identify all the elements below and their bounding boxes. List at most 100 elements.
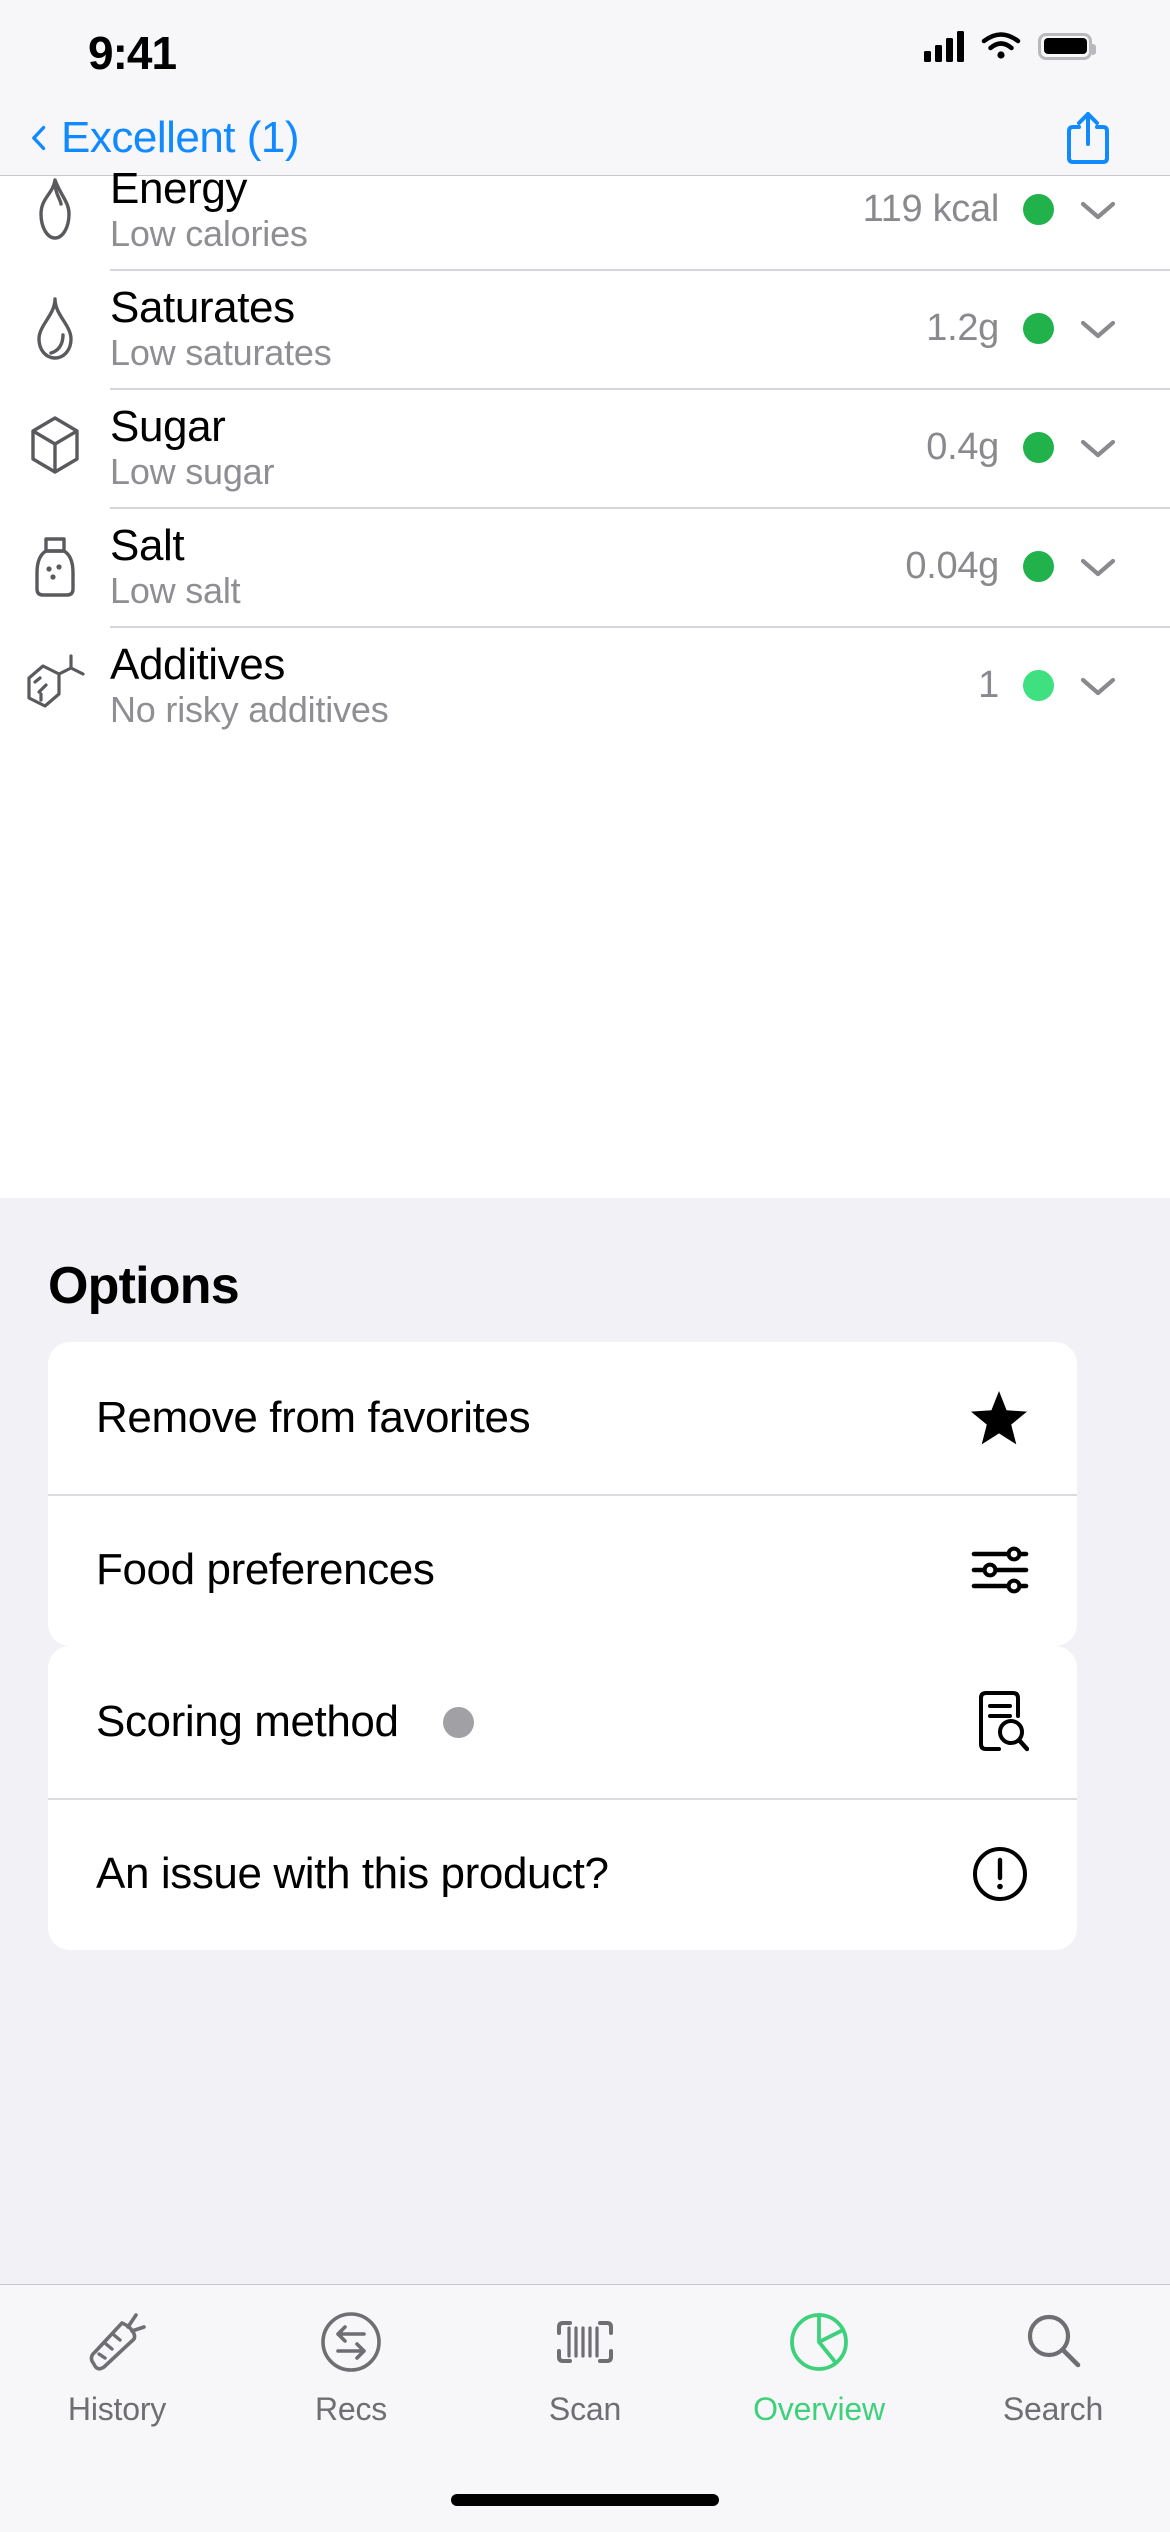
option-row[interactable]: Scoring method <box>48 1646 1077 1798</box>
nutrition-row-status: 1 <box>978 664 1170 707</box>
tab-label: Scan <box>548 2391 622 2427</box>
chevron-down-icon <box>1080 677 1116 695</box>
chevron-down-icon[interactable] <box>1078 198 1118 222</box>
nutrition-row-value: 1 <box>978 664 999 706</box>
salt-shaker-icon <box>35 536 75 597</box>
status-dot <box>1023 194 1054 225</box>
tab-search[interactable]: Search <box>936 2307 1170 2465</box>
nutrition-row-subtitle: No risky additives <box>110 689 389 731</box>
document-search-icon[interactable] <box>959 1690 1029 1754</box>
droplet-icon <box>37 296 73 360</box>
options-heading: Options <box>48 1257 240 1315</box>
tab-label: Recs <box>314 2391 388 2427</box>
sliders-icon <box>971 1546 1029 1594</box>
status-dot <box>1023 313 1054 344</box>
nutrition-row-status: 1.2g <box>926 307 1170 350</box>
option-row[interactable]: An issue with this product? <box>48 1798 1077 1950</box>
swap-circle-icon <box>321 2312 381 2372</box>
options-card-primary: Remove from favorites Food preferences <box>48 1342 1077 1646</box>
tab-bar: History Recs Scan Overview Search <box>0 2284 1170 2532</box>
nutrition-row-text: Sugar Low sugar <box>110 401 926 493</box>
option-row-label: Food preferences <box>96 1545 435 1594</box>
carrot-icon <box>89 2313 146 2371</box>
flame-icon <box>0 172 110 248</box>
chevron-left-icon <box>32 125 46 150</box>
nutrition-row-subtitle: Low calories <box>110 213 308 255</box>
status-dot <box>1023 432 1054 463</box>
nutrition-list: Energy Low calories 119 kcal Saturates L… <box>0 165 1170 1198</box>
pie-chart-icon <box>786 2307 852 2377</box>
chevron-down-icon <box>1080 558 1116 576</box>
magnifier-icon <box>1027 2314 1081 2368</box>
sugar-cube-icon <box>31 415 79 474</box>
tab-history[interactable]: History <box>0 2307 234 2465</box>
chevron-down-icon[interactable] <box>1078 317 1118 341</box>
nutrition-row-status: 0.4g <box>926 426 1170 469</box>
tab-scan[interactable]: Scan <box>468 2307 702 2465</box>
swap-circle-icon <box>318 2307 384 2377</box>
nutrition-row-value: 0.04g <box>905 545 999 587</box>
nutrition-row-subtitle: Low sugar <box>110 451 275 493</box>
nutrition-row-status: 119 kcal <box>863 188 1170 231</box>
carrot-icon <box>84 2307 150 2377</box>
chevron-down-icon[interactable] <box>1078 674 1118 698</box>
options-section: Options Remove from favorites Food prefe… <box>0 1198 1170 2284</box>
nutrition-row-title: Sugar <box>110 401 226 451</box>
magnifier-icon <box>1020 2307 1086 2377</box>
nutrition-row[interactable]: Salt Low salt 0.04g <box>0 507 1170 626</box>
nutrition-row-subtitle: Low saturates <box>110 332 332 374</box>
molecule-icon <box>27 653 85 708</box>
status-dot <box>1023 551 1054 582</box>
sliders-icon[interactable] <box>959 1544 1029 1596</box>
nutrition-row-text: Salt Low salt <box>110 520 905 612</box>
star-filled-icon <box>971 1391 1027 1445</box>
nutrition-row-value: 119 kcal <box>862 188 1000 230</box>
barcode-scan-icon <box>552 2307 618 2377</box>
chevron-down-icon[interactable] <box>1078 436 1118 460</box>
exclamation-circle-icon <box>973 1847 1027 1901</box>
nutrition-row[interactable]: Saturates Low saturates 1.2g <box>0 269 1170 388</box>
option-row-label: An issue with this product? <box>96 1849 609 1898</box>
nutrition-row-value: 1.2g <box>926 307 999 349</box>
status-dot <box>1023 670 1054 701</box>
nutrition-row-subtitle: Low salt <box>110 570 241 612</box>
salt-shaker-icon <box>0 529 110 605</box>
battery-icon <box>1038 32 1096 60</box>
pie-chart-icon <box>790 2313 848 2371</box>
tab-label: History <box>67 2391 167 2427</box>
chevron-down-icon <box>1080 439 1116 457</box>
status-bar-indicators <box>924 30 1096 62</box>
document-search-icon <box>979 1691 1029 1752</box>
tab-recs[interactable]: Recs <box>234 2307 468 2465</box>
status-bar-time: 9:41 <box>88 27 177 79</box>
nutrition-row-title: Additives <box>110 639 285 689</box>
droplet-icon <box>0 291 110 367</box>
option-row[interactable]: Food preferences <box>48 1494 1077 1646</box>
tab-label: Overview <box>753 2391 885 2427</box>
chevron-down-icon <box>1080 201 1116 219</box>
barcode-scan-icon <box>557 2321 613 2363</box>
exclamation-circle-icon[interactable] <box>959 1845 1029 1903</box>
app-root: 9:41 Excellent (1) Energy Low calories 1… <box>0 0 1170 2532</box>
option-row-label: Scoring method <box>96 1697 399 1746</box>
chevron-down-icon[interactable] <box>1078 555 1118 579</box>
status-bar: 9:41 <box>0 0 1170 100</box>
status-dot <box>442 1706 474 1738</box>
home-indicator <box>451 2494 719 2506</box>
tab-label: Search <box>1002 2391 1104 2427</box>
nutrition-row-status: 0.04g <box>905 545 1170 588</box>
star-filled-icon[interactable] <box>959 1389 1029 1447</box>
nutrition-row[interactable]: Additives No risky additives 1 <box>0 626 1170 745</box>
molecule-icon <box>0 648 110 724</box>
chevron-down-icon <box>1080 320 1116 338</box>
sugar-cube-icon <box>0 410 110 486</box>
wifi-icon <box>981 32 1021 59</box>
tab-overview[interactable]: Overview <box>702 2307 936 2465</box>
nutrition-row-value: 0.4g <box>926 426 999 468</box>
option-row[interactable]: Remove from favorites <box>48 1342 1077 1494</box>
nutrition-row[interactable]: Energy Low calories 119 kcal <box>0 150 1170 269</box>
nutrition-row[interactable]: Sugar Low sugar 0.4g <box>0 388 1170 507</box>
nutrition-row-title: Salt <box>110 520 185 570</box>
nutrition-row-title: Energy <box>110 163 248 213</box>
flame-icon <box>39 177 71 240</box>
